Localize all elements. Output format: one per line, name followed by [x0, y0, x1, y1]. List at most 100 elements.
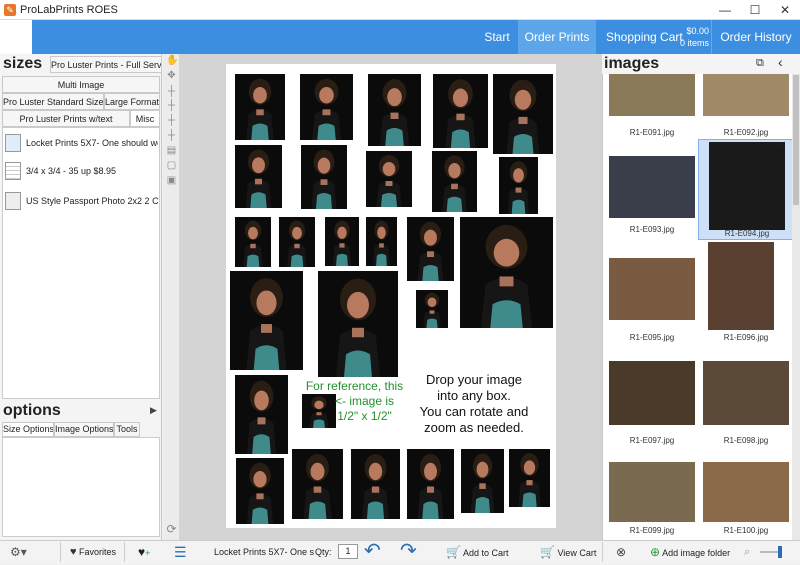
drop-line: zoom as needed. [424, 420, 524, 435]
minimize-button[interactable]: — [710, 0, 740, 20]
photo-slot[interactable] [279, 217, 315, 267]
photo-slot[interactable] [499, 157, 538, 214]
image-filename: R1-E100.jpg [723, 526, 769, 535]
align-top-icon[interactable]: ┼ [166, 86, 177, 97]
maximize-button[interactable]: ☐ [740, 0, 770, 20]
image-preview [708, 242, 774, 330]
tab-misc[interactable]: Misc [130, 110, 160, 127]
cart-items: 0 items [679, 38, 709, 48]
move-tool-icon[interactable]: ✥ [166, 70, 177, 81]
image-thumb[interactable]: R1-E098.jpg [698, 361, 794, 461]
photo-slot[interactable] [509, 449, 550, 507]
nav-order-history[interactable]: Order History [712, 20, 800, 54]
photo-slot[interactable] [460, 217, 553, 328]
stack-icon[interactable]: ⧉ [756, 57, 764, 70]
photo-slot[interactable] [351, 449, 400, 519]
align-bottom-icon[interactable]: ┼ [166, 115, 177, 126]
add-to-cart-button[interactable]: 🛒 Add to Cart [446, 540, 509, 564]
size-item-locket[interactable]: Locket Prints 5X7- One should wo... [2, 130, 160, 156]
zoom-slider[interactable] [760, 551, 780, 553]
tab-tools[interactable]: Tools [114, 422, 140, 437]
size-item-passport[interactable]: US Style Passport Photo 2x2 2 Co... [2, 188, 160, 214]
favorites-button[interactable]: ♥ Favorites [70, 540, 116, 564]
photo-slot[interactable] [325, 217, 359, 266]
photo-slot[interactable] [366, 151, 412, 207]
qty-input[interactable]: 1 [338, 544, 358, 559]
tab-size-options[interactable]: Size Options [2, 422, 54, 437]
clear-icon[interactable]: ⊗ [616, 540, 626, 564]
image-filename: R1-E092.jpg [723, 128, 769, 137]
settings-gear-icon[interactable]: ⚙▾ [10, 540, 27, 564]
tool-column [163, 54, 179, 540]
close-button[interactable]: ✕ [770, 0, 800, 20]
align-middle-icon[interactable]: ┼ [166, 100, 177, 111]
image-filename: R1-E095.jpg [629, 333, 675, 342]
image-thumb[interactable]: R1-E097.jpg [604, 361, 700, 461]
image-thumb[interactable]: R1-E095.jpg [604, 258, 700, 358]
size-item-3-4[interactable]: 3/4 x 3/4 - 35 up $8.95 [2, 158, 160, 184]
photo-slot[interactable] [301, 145, 347, 209]
layers-icon[interactable]: ☰ [174, 540, 187, 564]
nav-start[interactable]: Start [476, 20, 518, 54]
photo-slot[interactable] [416, 290, 448, 328]
zoom-icon[interactable]: ⌕ [744, 540, 750, 564]
image-preview [703, 462, 789, 522]
collapse-icon[interactable]: ▶ [150, 405, 157, 416]
photo-slot[interactable] [236, 458, 284, 524]
photo-slot[interactable] [235, 217, 271, 267]
image-preview [609, 361, 695, 425]
photo-slot[interactable] [230, 271, 303, 370]
options-heading: options [3, 402, 61, 419]
reference-line: 1/2" x 1/2" [337, 409, 392, 423]
photo-slot[interactable] [235, 74, 285, 140]
tab-multi-image[interactable]: Multi Image [2, 76, 160, 93]
photo-slot[interactable] [235, 145, 282, 208]
border-icon[interactable]: ▢ [166, 160, 177, 171]
divider [602, 542, 603, 562]
photo-slot[interactable] [461, 449, 504, 513]
hand-tool-icon[interactable]: ✋ [166, 55, 178, 66]
cart-total: $0.00 [686, 26, 709, 36]
align-left-icon[interactable]: ┼ [166, 130, 177, 141]
add-favorite-icon[interactable]: ♥+ [138, 540, 150, 564]
add-image-folder-button[interactable]: ⊕ Add image folder [650, 540, 730, 564]
images-scrollbar-thumb[interactable] [793, 75, 799, 205]
nav-order-prints[interactable]: Order Prints [518, 20, 596, 54]
photo-slot[interactable] [433, 74, 488, 148]
tab-pro-luster-standard[interactable]: Pro Luster Standard Sizes [2, 93, 104, 110]
photo-slot[interactable] [493, 74, 553, 154]
photo-slot[interactable] [300, 74, 353, 140]
image-thumb[interactable]: R1-E096.jpg [698, 242, 794, 342]
print-sheet[interactable]: For reference, this <- image is 1/2" x 1… [226, 64, 556, 528]
divider [60, 542, 61, 562]
check-icon: ✓ [778, 140, 787, 151]
collapse-left-icon[interactable]: ‹ [778, 54, 783, 70]
images-heading: images [604, 55, 660, 72]
size-item-label: US Style Passport Photo 2x2 2 Co... [26, 196, 158, 206]
tab-large-format[interactable]: Large Format [104, 93, 160, 110]
photo-slot[interactable] [407, 449, 454, 519]
catalog-dropdown[interactable]: Pro Luster Prints - Full Service [50, 56, 162, 73]
photo-slot[interactable] [235, 375, 288, 454]
image-filename: R1-E096.jpg [723, 333, 769, 342]
image-thumb-selected[interactable]: R1-E094.jpg [698, 139, 794, 240]
text-tool-icon[interactable]: ▣ [166, 175, 177, 186]
tab-pro-luster-text[interactable]: Pro Luster Prints w/text [2, 110, 130, 127]
view-cart-button[interactable]: 🛒 View Cart [540, 540, 596, 564]
photo-slot[interactable] [432, 151, 477, 212]
tab-image-options[interactable]: Image Options [54, 422, 114, 437]
zoom-slider-handle[interactable] [778, 546, 782, 558]
photo-slot[interactable] [366, 217, 397, 266]
refresh-icon[interactable]: ⟳ [166, 523, 177, 535]
image-thumb[interactable]: R1-E093.jpg [604, 144, 700, 244]
photo-slot[interactable] [368, 74, 421, 146]
layer-icon[interactable]: ▤ [166, 145, 177, 156]
photo-slot[interactable] [318, 271, 398, 377]
image-preview [703, 361, 789, 425]
image-preview [609, 74, 695, 116]
undo-icon[interactable]: ↶ [364, 540, 381, 564]
redo-icon[interactable]: ↷ [400, 540, 417, 564]
photo-slot[interactable] [407, 217, 454, 281]
image-filename: R1-E093.jpg [629, 225, 675, 234]
photo-slot[interactable] [292, 449, 343, 519]
